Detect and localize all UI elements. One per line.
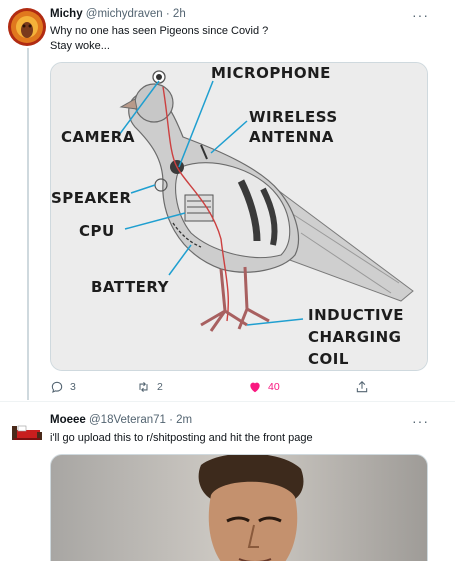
bed-avatar-icon (12, 425, 42, 440)
man-portrait-image (51, 455, 427, 561)
label-antenna: ANTENNA (249, 128, 334, 146)
heart-icon (250, 382, 260, 393)
user-handle[interactable]: @18Veteran71 (89, 414, 166, 426)
tweet-divider (0, 401, 455, 402)
tweet-text-line-1: Why no one has seen Pigeons since Covid … (50, 25, 269, 37)
timestamp[interactable]: 2m (176, 414, 192, 426)
share-button[interactable] (355, 380, 369, 394)
avatar[interactable] (8, 8, 46, 46)
tweet-image[interactable]: MICROPHONE WIRELESS ANTENNA CAMERA SPEAK… (50, 62, 428, 371)
retweet-button[interactable]: 2 (136, 380, 163, 394)
label-charging: CHARGING (308, 328, 402, 346)
display-name[interactable]: Moeee (50, 414, 86, 426)
share-icon (356, 381, 368, 393)
label-battery: BATTERY (91, 278, 170, 296)
label-camera: CAMERA (61, 128, 135, 146)
label-microphone: MICROPHONE (211, 64, 331, 82)
user-handle[interactable]: @michydraven (86, 8, 163, 20)
more-options-icon[interactable]: ··· (412, 414, 429, 428)
thread-connector-line (27, 48, 29, 400)
reply-button[interactable]: 3 (50, 380, 76, 394)
label-coil: COIL (308, 350, 349, 368)
separator-dot: · (169, 414, 173, 426)
label-wireless: WIRELESS (249, 108, 338, 126)
tweet-actions: 3 2 40 (50, 380, 390, 396)
tweet-text-line-2: Stay woke... (50, 40, 110, 52)
avatar-image (8, 8, 46, 46)
tweet-header: Michy @michydraven · 2h (50, 8, 186, 20)
tweet-header: Moeee @18Veteran71 · 2m (50, 414, 192, 426)
reply-count: 3 (70, 381, 76, 393)
retweet-count: 2 (157, 381, 163, 393)
separator-dot: · (165, 8, 170, 20)
label-inductive: INDUCTIVE (308, 306, 404, 324)
display-name[interactable]: Michy (50, 8, 83, 20)
retweet-icon (139, 381, 148, 393)
avatar[interactable] (8, 412, 46, 450)
more-options-icon[interactable]: ··· (412, 8, 429, 22)
tweet-text: i'll go upload this to r/shitposting and… (50, 432, 313, 444)
like-button[interactable]: 40 (248, 380, 280, 394)
like-count: 40 (268, 381, 280, 393)
tweet-image[interactable] (50, 454, 428, 561)
label-speaker: SPEAKER (51, 189, 132, 207)
reply-icon (51, 381, 63, 393)
timestamp[interactable]: 2h (173, 8, 186, 20)
label-cpu: CPU (79, 222, 115, 240)
